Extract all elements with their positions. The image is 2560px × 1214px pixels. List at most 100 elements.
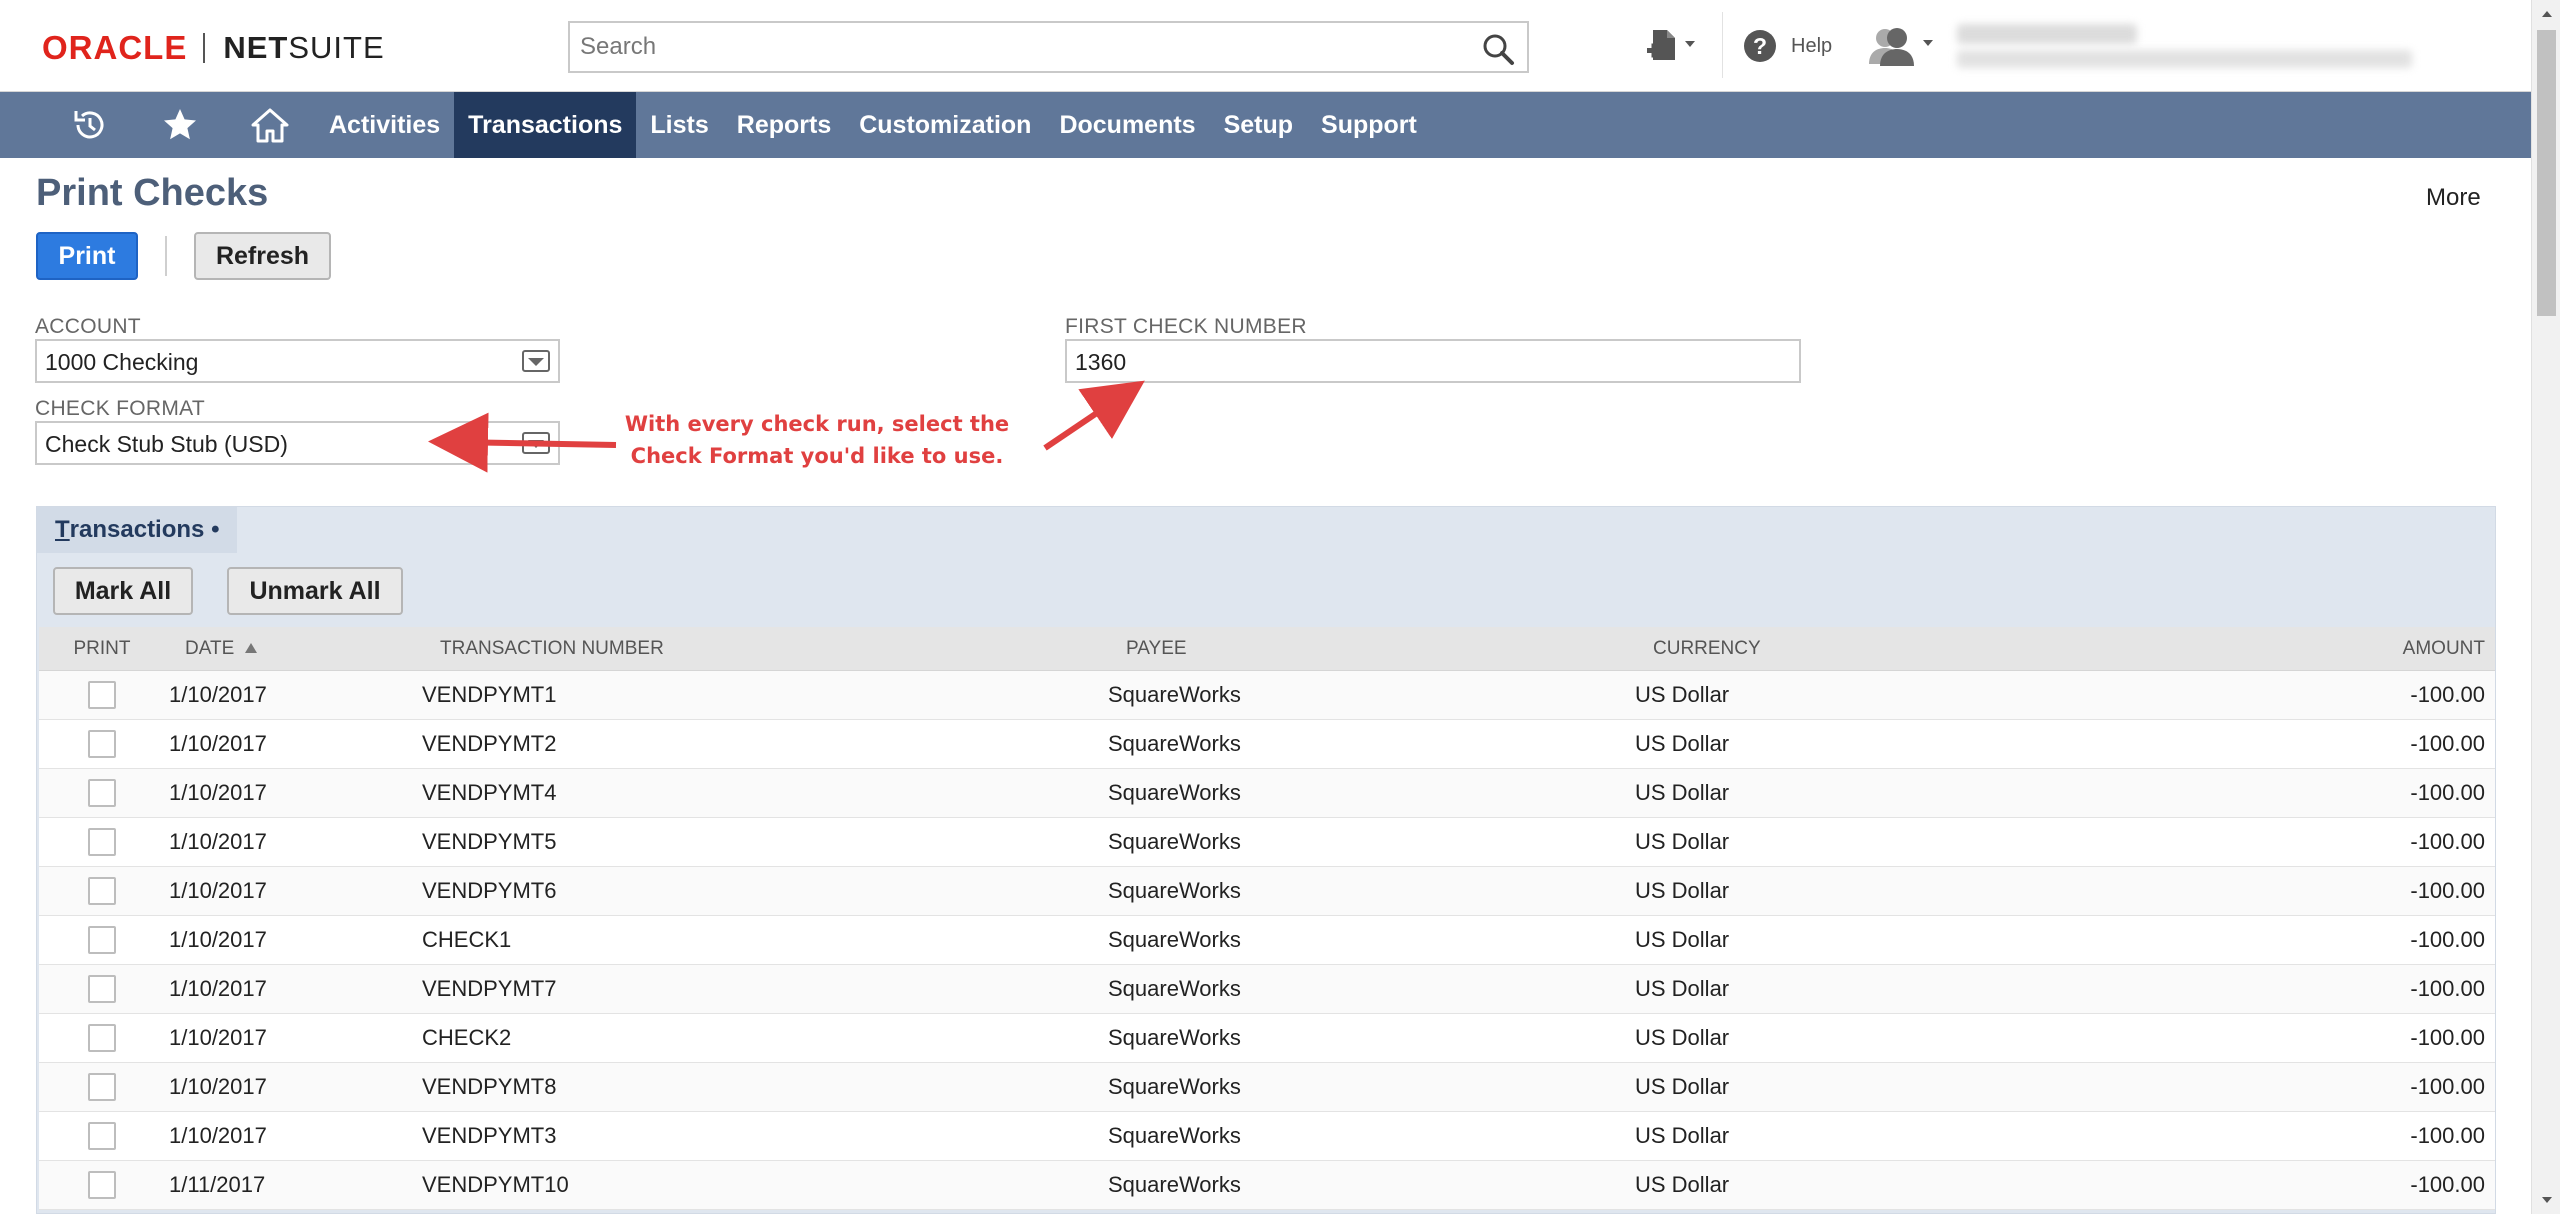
payee-cell: SquareWorks <box>1108 976 1241 1001</box>
account-select[interactable]: 1000 Checking <box>35 339 560 383</box>
print-checkbox[interactable] <box>88 975 116 1003</box>
column-header-date[interactable]: DATE <box>165 638 422 660</box>
help-link[interactable]: ? Help <box>1743 20 1832 72</box>
print-cell <box>39 926 165 954</box>
nav-setup[interactable]: Setup <box>1210 92 1307 158</box>
top-header: ORACLE NETSUITE ? Help <box>0 0 2531 92</box>
print-cell <box>39 828 165 856</box>
nav-activities[interactable]: Activities <box>315 92 454 158</box>
date-cell: 1/10/2017 <box>169 780 267 805</box>
nav-lists[interactable]: Lists <box>636 92 722 158</box>
search-icon[interactable] <box>1481 32 1515 66</box>
amount-cell: -100.00 <box>2410 976 2485 1001</box>
currency-cell: US Dollar <box>1635 1074 1730 1099</box>
transaction-number-link[interactable]: VENDPYMT3 <box>422 1123 1108 1149</box>
print-checkbox[interactable] <box>88 926 116 954</box>
column-header-amount[interactable]: AMOUNT <box>2275 638 2495 660</box>
date-cell: 1/10/2017 <box>169 731 267 756</box>
tab-label: ransactions <box>69 516 205 543</box>
table-body: 1/10/2017 VENDPYMT1 SquareWorks US Dollar -1… <box>39 671 2495 1210</box>
payee-cell: SquareWorks <box>1108 780 1241 805</box>
netsuite-logo-rest: SUITE <box>288 30 385 65</box>
column-header-payee[interactable]: PAYEE <box>1108 638 1635 660</box>
column-header-transaction-number[interactable]: TRANSACTION NUMBER <box>422 638 1108 660</box>
transaction-number-link[interactable]: VENDPYMT6 <box>422 878 1108 904</box>
scroll-up-arrow-icon <box>2541 11 2552 17</box>
annotation-line-2: Check Format you'd like to use. <box>630 444 1004 468</box>
transaction-number-link[interactable]: VENDPYMT1 <box>422 682 1108 708</box>
currency-cell: US Dollar <box>1635 878 1730 903</box>
currency-cell: US Dollar <box>1635 1025 1730 1050</box>
global-search <box>568 21 1529 73</box>
table-row: 1/10/2017 VENDPYMT6 SquareWorks US Dollar -1… <box>39 867 2495 916</box>
currency-cell: US Dollar <box>1635 927 1730 952</box>
payee-cell: SquareWorks <box>1108 731 1241 756</box>
search-input[interactable] <box>570 23 1527 71</box>
print-checkbox[interactable] <box>88 1171 116 1199</box>
transaction-number-link[interactable]: VENDPYMT4 <box>422 780 1108 806</box>
column-header-print[interactable]: PRINT <box>39 638 165 660</box>
column-header-currency[interactable]: CURRENCY <box>1635 638 2275 660</box>
print-checkbox[interactable] <box>88 877 116 905</box>
nav-recent-records[interactable] <box>45 92 135 158</box>
header-divider <box>1722 12 1723 78</box>
print-cell <box>39 730 165 758</box>
nav-transactions[interactable]: Transactions <box>454 92 637 158</box>
scroll-thumb[interactable] <box>2537 30 2556 316</box>
svg-text:?: ? <box>1753 33 1767 59</box>
dropdown-list-icon[interactable] <box>522 432 550 454</box>
tab-transactions[interactable]: Transactions • <box>37 507 238 553</box>
nav-customization[interactable]: Customization <box>845 92 1045 158</box>
refresh-button[interactable]: Refresh <box>194 232 331 280</box>
check-format-select[interactable]: Check Stub Stub (USD) <box>35 421 560 465</box>
scroll-down-arrow-icon <box>2541 1197 2552 1203</box>
print-checkbox[interactable] <box>88 1024 116 1052</box>
mark-all-button[interactable]: Mark All <box>53 567 193 615</box>
transaction-number-link[interactable]: VENDPYMT5 <box>422 829 1108 855</box>
table-row: 1/10/2017 VENDPYMT2 SquareWorks US Dollar -1… <box>39 720 2495 769</box>
nav-home[interactable] <box>225 92 315 158</box>
transaction-number-link[interactable]: VENDPYMT8 <box>422 1074 1108 1100</box>
create-new-menu[interactable] <box>1645 20 1697 72</box>
page-scrollbar[interactable] <box>2531 0 2560 1214</box>
payee-cell: SquareWorks <box>1108 1074 1241 1099</box>
print-checkbox[interactable] <box>88 681 116 709</box>
print-checkbox[interactable] <box>88 730 116 758</box>
transaction-number-link[interactable]: CHECK2 <box>422 1025 1108 1051</box>
print-checkbox[interactable] <box>88 1122 116 1150</box>
print-button[interactable]: Print <box>36 232 138 280</box>
unmark-all-button[interactable]: Unmark All <box>227 567 403 615</box>
nav-shortcuts[interactable] <box>135 92 225 158</box>
currency-cell: US Dollar <box>1635 829 1730 854</box>
print-checkbox[interactable] <box>88 828 116 856</box>
user-name-redacted <box>1957 24 2137 44</box>
user-menu[interactable] <box>1867 20 1937 72</box>
print-cell <box>39 1122 165 1150</box>
transaction-number-link[interactable]: VENDPYMT7 <box>422 976 1108 1002</box>
table-row: 1/10/2017 VENDPYMT8 SquareWorks US Dollar -1… <box>39 1063 2495 1112</box>
first-check-number-input[interactable]: 1360 <box>1065 339 1801 383</box>
recent-records-icon <box>74 111 104 139</box>
nav-reports[interactable]: Reports <box>723 92 845 158</box>
nav-documents[interactable]: Documents <box>1045 92 1209 158</box>
print-checkbox[interactable] <box>88 779 116 807</box>
scroll-down-button[interactable] <box>2532 1186 2560 1214</box>
dropdown-list-icon[interactable] <box>522 350 550 372</box>
annotation-callout: With every check run, select the Check F… <box>612 408 1022 472</box>
print-cell <box>39 1073 165 1101</box>
currency-cell: US Dollar <box>1635 682 1730 707</box>
nav-support[interactable]: Support <box>1307 92 1431 158</box>
currency-cell: US Dollar <box>1635 1123 1730 1148</box>
transaction-number-link[interactable]: VENDPYMT10 <box>422 1172 1108 1198</box>
oracle-netsuite-logo[interactable]: ORACLE NETSUITE <box>42 28 385 68</box>
scroll-up-button[interactable] <box>2532 0 2560 28</box>
transactions-table: PRINT DATE TRANSACTION NUMBER PAYEE CURR… <box>39 627 2495 1210</box>
print-checkbox[interactable] <box>88 1073 116 1101</box>
amount-cell: -100.00 <box>2410 829 2485 854</box>
table-row: 1/10/2017 VENDPYMT5 SquareWorks US Dollar -1… <box>39 818 2495 867</box>
transaction-number-link[interactable]: CHECK1 <box>422 927 1108 953</box>
amount-cell: -100.00 <box>2410 1025 2485 1050</box>
create-new-icon <box>1647 30 1695 60</box>
transaction-number-link[interactable]: VENDPYMT2 <box>422 731 1108 757</box>
more-link[interactable]: More <box>2426 184 2481 212</box>
